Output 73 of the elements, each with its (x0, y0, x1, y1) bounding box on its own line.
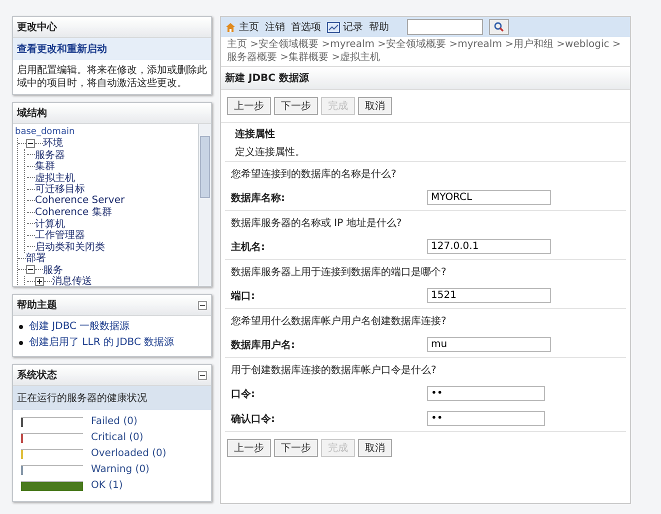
bullet-icon (19, 340, 23, 344)
wizard-button[interactable]: 取消 (358, 439, 392, 457)
wizard-button[interactable]: 下一步 (274, 439, 318, 457)
bullet-icon (19, 324, 23, 328)
status-subtitle: 正在运行的服务器的健康状况 (13, 386, 211, 410)
breadcrumb[interactable]: 主页 >安全领域概要 >myrealm >安全领域概要 >myrealm >用户和组 >weblogic >服务器概要 >集群概要 >虚拟主机 (221, 37, 630, 66)
search-field[interactable] (407, 19, 483, 35)
tree-item[interactable]: 服务 (43, 262, 63, 277)
help-link[interactable]: 创建启用了 LLR 的 JDBC 数据源 (29, 336, 174, 349)
status-label[interactable]: Failed (0) (91, 416, 138, 427)
wizard-button[interactable]: 下一步 (274, 97, 318, 115)
tree-item[interactable]: 服务器 (35, 148, 65, 162)
collapse-icon[interactable] (198, 370, 207, 380)
wizard-button[interactable]: 上一步 (227, 439, 271, 457)
tree-item[interactable]: 集群 (35, 159, 55, 174)
view-changes-link[interactable]: 查看更改和重新启动 (13, 38, 211, 60)
field-label: 数据库名称: (231, 191, 286, 204)
panel-title: 系统状态 (17, 368, 57, 382)
question-text: 数据库服务器的名称或 IP 地址是什么? (231, 218, 402, 229)
question-text: 用于创建数据库连接的数据库帐户口令是什么? (231, 365, 436, 376)
collapse-icon[interactable] (198, 300, 207, 310)
field-label: 口令: (231, 388, 256, 400)
section-description: 定义连接属性。 (235, 146, 306, 159)
expand-icon[interactable] (35, 276, 44, 286)
collapse-icon[interactable] (26, 138, 35, 148)
input-field[interactable]: 127.0.0.1 (427, 239, 551, 254)
tree-item[interactable]: 环境 (43, 136, 63, 150)
tree-item[interactable]: 计算机 (35, 216, 65, 231)
page-title: 新建 JDBC 数据源 (221, 66, 630, 90)
wizard-button[interactable]: 上一步 (227, 97, 271, 115)
field-label: 端口: (231, 290, 256, 302)
status-label[interactable]: Overloaded (0) (91, 448, 166, 459)
toolbar-link[interactable]: 首选项 (291, 20, 321, 34)
toolbar-link[interactable]: 记录 (343, 20, 363, 34)
tree-item[interactable]: 工作管理器 (35, 228, 85, 242)
toolbar-link[interactable]: 主页 (239, 20, 259, 34)
scrollbar[interactable] (198, 124, 211, 286)
input-field[interactable]: mu (427, 337, 551, 352)
panel-title: 域结构 (17, 106, 47, 120)
collapse-icon[interactable] (26, 265, 35, 274)
tree-item[interactable]: Coherence 集群 (35, 205, 112, 220)
tree-item[interactable]: 虚拟主机 (35, 170, 75, 185)
tree-item[interactable]: 可迁移目标 (35, 182, 85, 196)
search-button[interactable] (489, 19, 509, 35)
panel-title: 更改中心 (17, 20, 57, 34)
search-icon (494, 22, 504, 32)
help-link[interactable]: 创建 JDBC 一般数据源 (29, 320, 130, 333)
tree-item[interactable]: Coherence Server (35, 195, 125, 206)
home-icon (225, 22, 236, 32)
status-label[interactable]: Warning (0) (91, 464, 150, 475)
toolbar-link[interactable]: 帮助 (369, 20, 389, 34)
field-label: 主机名: (231, 240, 266, 254)
tree-item[interactable]: 消息传送 (52, 274, 92, 286)
wizard-button[interactable]: 取消 (358, 97, 392, 115)
panel-title: 帮助主题 (17, 298, 57, 312)
password-field[interactable]: •• (427, 386, 545, 401)
section-title: 连接属性 (235, 128, 276, 141)
toolbar-link[interactable]: 注销 (265, 20, 285, 34)
status-label[interactable]: Critical (0) (91, 432, 144, 443)
input-field[interactable]: MYORCL (427, 190, 551, 205)
status-label[interactable]: OK (1) (91, 480, 123, 491)
tree-item[interactable]: base_domain (15, 126, 75, 137)
chart-icon (327, 22, 340, 32)
question-text: 您希望连接到的数据库的名称是什么? (231, 169, 396, 180)
field-label: 数据库用户名: (231, 338, 296, 352)
change-center-text: 启用配置编辑。将来在修改，添加或删除此域中的项目时，将自动激活这些更改。 (16, 64, 208, 91)
input-field[interactable]: 1521 (427, 288, 551, 303)
password-field[interactable]: •• (427, 411, 545, 426)
question-text: 您希望用什么数据库帐户用户名创建数据库连接? (231, 316, 446, 327)
tree-item[interactable]: 部署 (26, 251, 46, 266)
tree-item[interactable]: 启动类和关闭类 (35, 240, 105, 254)
field-label: 确认口令: (231, 412, 276, 426)
question-text: 数据库服务器上用于连接到数据库的端口是哪个? (231, 267, 446, 278)
